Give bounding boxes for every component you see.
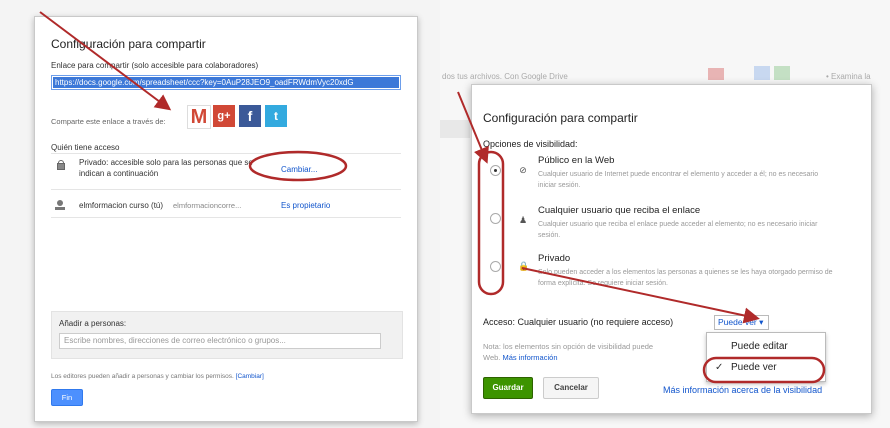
access-level-value: Puede ver: [718, 317, 757, 327]
add-people-input[interactable]: Escribe nombres, direcciones de correo e…: [59, 333, 381, 349]
chevron-down-icon: ▾: [759, 317, 764, 327]
access-level-dropdown[interactable]: Puede ver ▾: [714, 315, 769, 330]
drive-background-text: dos tus archivos. Con Google Drive: [442, 72, 568, 81]
facebook-icon[interactable]: f: [239, 105, 261, 127]
private-access-text: Privado: accesible solo para las persona…: [79, 158, 253, 178]
drive-tile: [708, 68, 724, 80]
divider: [51, 153, 401, 154]
owner-name: elmformacion curso (tú): [79, 201, 164, 210]
editors-change-link[interactable]: [Cambiar]: [236, 373, 264, 380]
cancel-button[interactable]: Cancelar: [543, 377, 599, 399]
menu-item-can-view[interactable]: Puede ver: [731, 362, 777, 373]
add-people-label: Añadir a personas:: [59, 319, 127, 328]
menu-item-can-edit[interactable]: Puede editar: [731, 341, 788, 352]
google-plus-icon[interactable]: g+: [213, 105, 235, 127]
option-link-desc: Cualquier usuario que reciba el enlace p…: [538, 221, 818, 239]
share-url-text: https://docs.google.com/spreadsheet/ccc?…: [53, 77, 399, 88]
option-private-title: Privado: [538, 253, 571, 264]
option-public-title: Público en la Web: [538, 155, 615, 166]
access-label: Acceso: Cualquier usuario (no requiere a…: [483, 317, 674, 327]
visibility-options-label: Opciones de visibilidad:: [483, 139, 578, 149]
radio-public-web[interactable]: [490, 165, 501, 176]
divider: [51, 189, 401, 190]
drive-tile: [774, 66, 790, 80]
visibility-note: Nota: los elementos sin opción de visibi…: [483, 341, 653, 363]
option-link-title: Cualquier usuario que reciba el enlace: [538, 205, 701, 216]
option-private-desc: Solo pueden acceder a los elementos las …: [538, 269, 833, 287]
change-access-link[interactable]: Cambiar...: [281, 165, 317, 174]
option-public-desc: Cualquier usuario de Internet puede enco…: [538, 171, 819, 189]
visibility-note-text2: Web.: [483, 353, 501, 362]
visibility-help-link[interactable]: Más información acerca de la visibilidad: [663, 385, 822, 395]
radio-anyone-with-link[interactable]: [490, 213, 501, 224]
owner-email: elmformacioncorre...: [173, 201, 242, 210]
left-share-settings-dialog: Configuración para compartir Enlace para…: [34, 16, 418, 422]
share-via-label: Comparte este enlace a través de:: [51, 117, 166, 126]
divider: [51, 217, 401, 218]
globe-icon: ⊘: [519, 165, 527, 175]
access-level-menu: Puede editar ✓ Puede ver: [706, 332, 826, 382]
visibility-note-text: Nota: los elementos sin opción de visibi…: [483, 342, 654, 351]
radio-private[interactable]: [490, 261, 501, 272]
done-button[interactable]: Fin: [51, 389, 83, 406]
drive-background-bar: [440, 120, 470, 138]
person-icon: [55, 200, 65, 210]
drive-tile: [754, 66, 770, 80]
twitter-icon[interactable]: t: [265, 105, 287, 127]
share-url-field[interactable]: https://docs.google.com/spreadsheet/ccc?…: [51, 75, 401, 90]
drive-side-text: • Examina la: [826, 72, 871, 81]
editors-note: Los editores pueden añadir a personas y …: [51, 373, 264, 380]
lock-icon: 🔒: [518, 261, 530, 271]
check-icon: ✓: [715, 362, 724, 373]
people-icon: ♟: [518, 215, 528, 225]
share-link-label: Enlace para compartir (solo accesible pa…: [51, 61, 259, 70]
right-dialog-title: Configuración para compartir: [483, 111, 638, 125]
more-info-link[interactable]: Más información: [502, 353, 557, 362]
save-button[interactable]: Guardar: [483, 377, 533, 399]
gmail-icon[interactable]: M: [187, 105, 211, 129]
who-has-access-label: Quién tiene acceso: [51, 143, 120, 152]
left-dialog-title: Configuración para compartir: [51, 37, 206, 51]
editors-note-text: Los editores pueden añadir a personas y …: [51, 373, 234, 380]
lock-icon: [57, 160, 65, 170]
owner-role: Es propietario: [281, 201, 331, 210]
